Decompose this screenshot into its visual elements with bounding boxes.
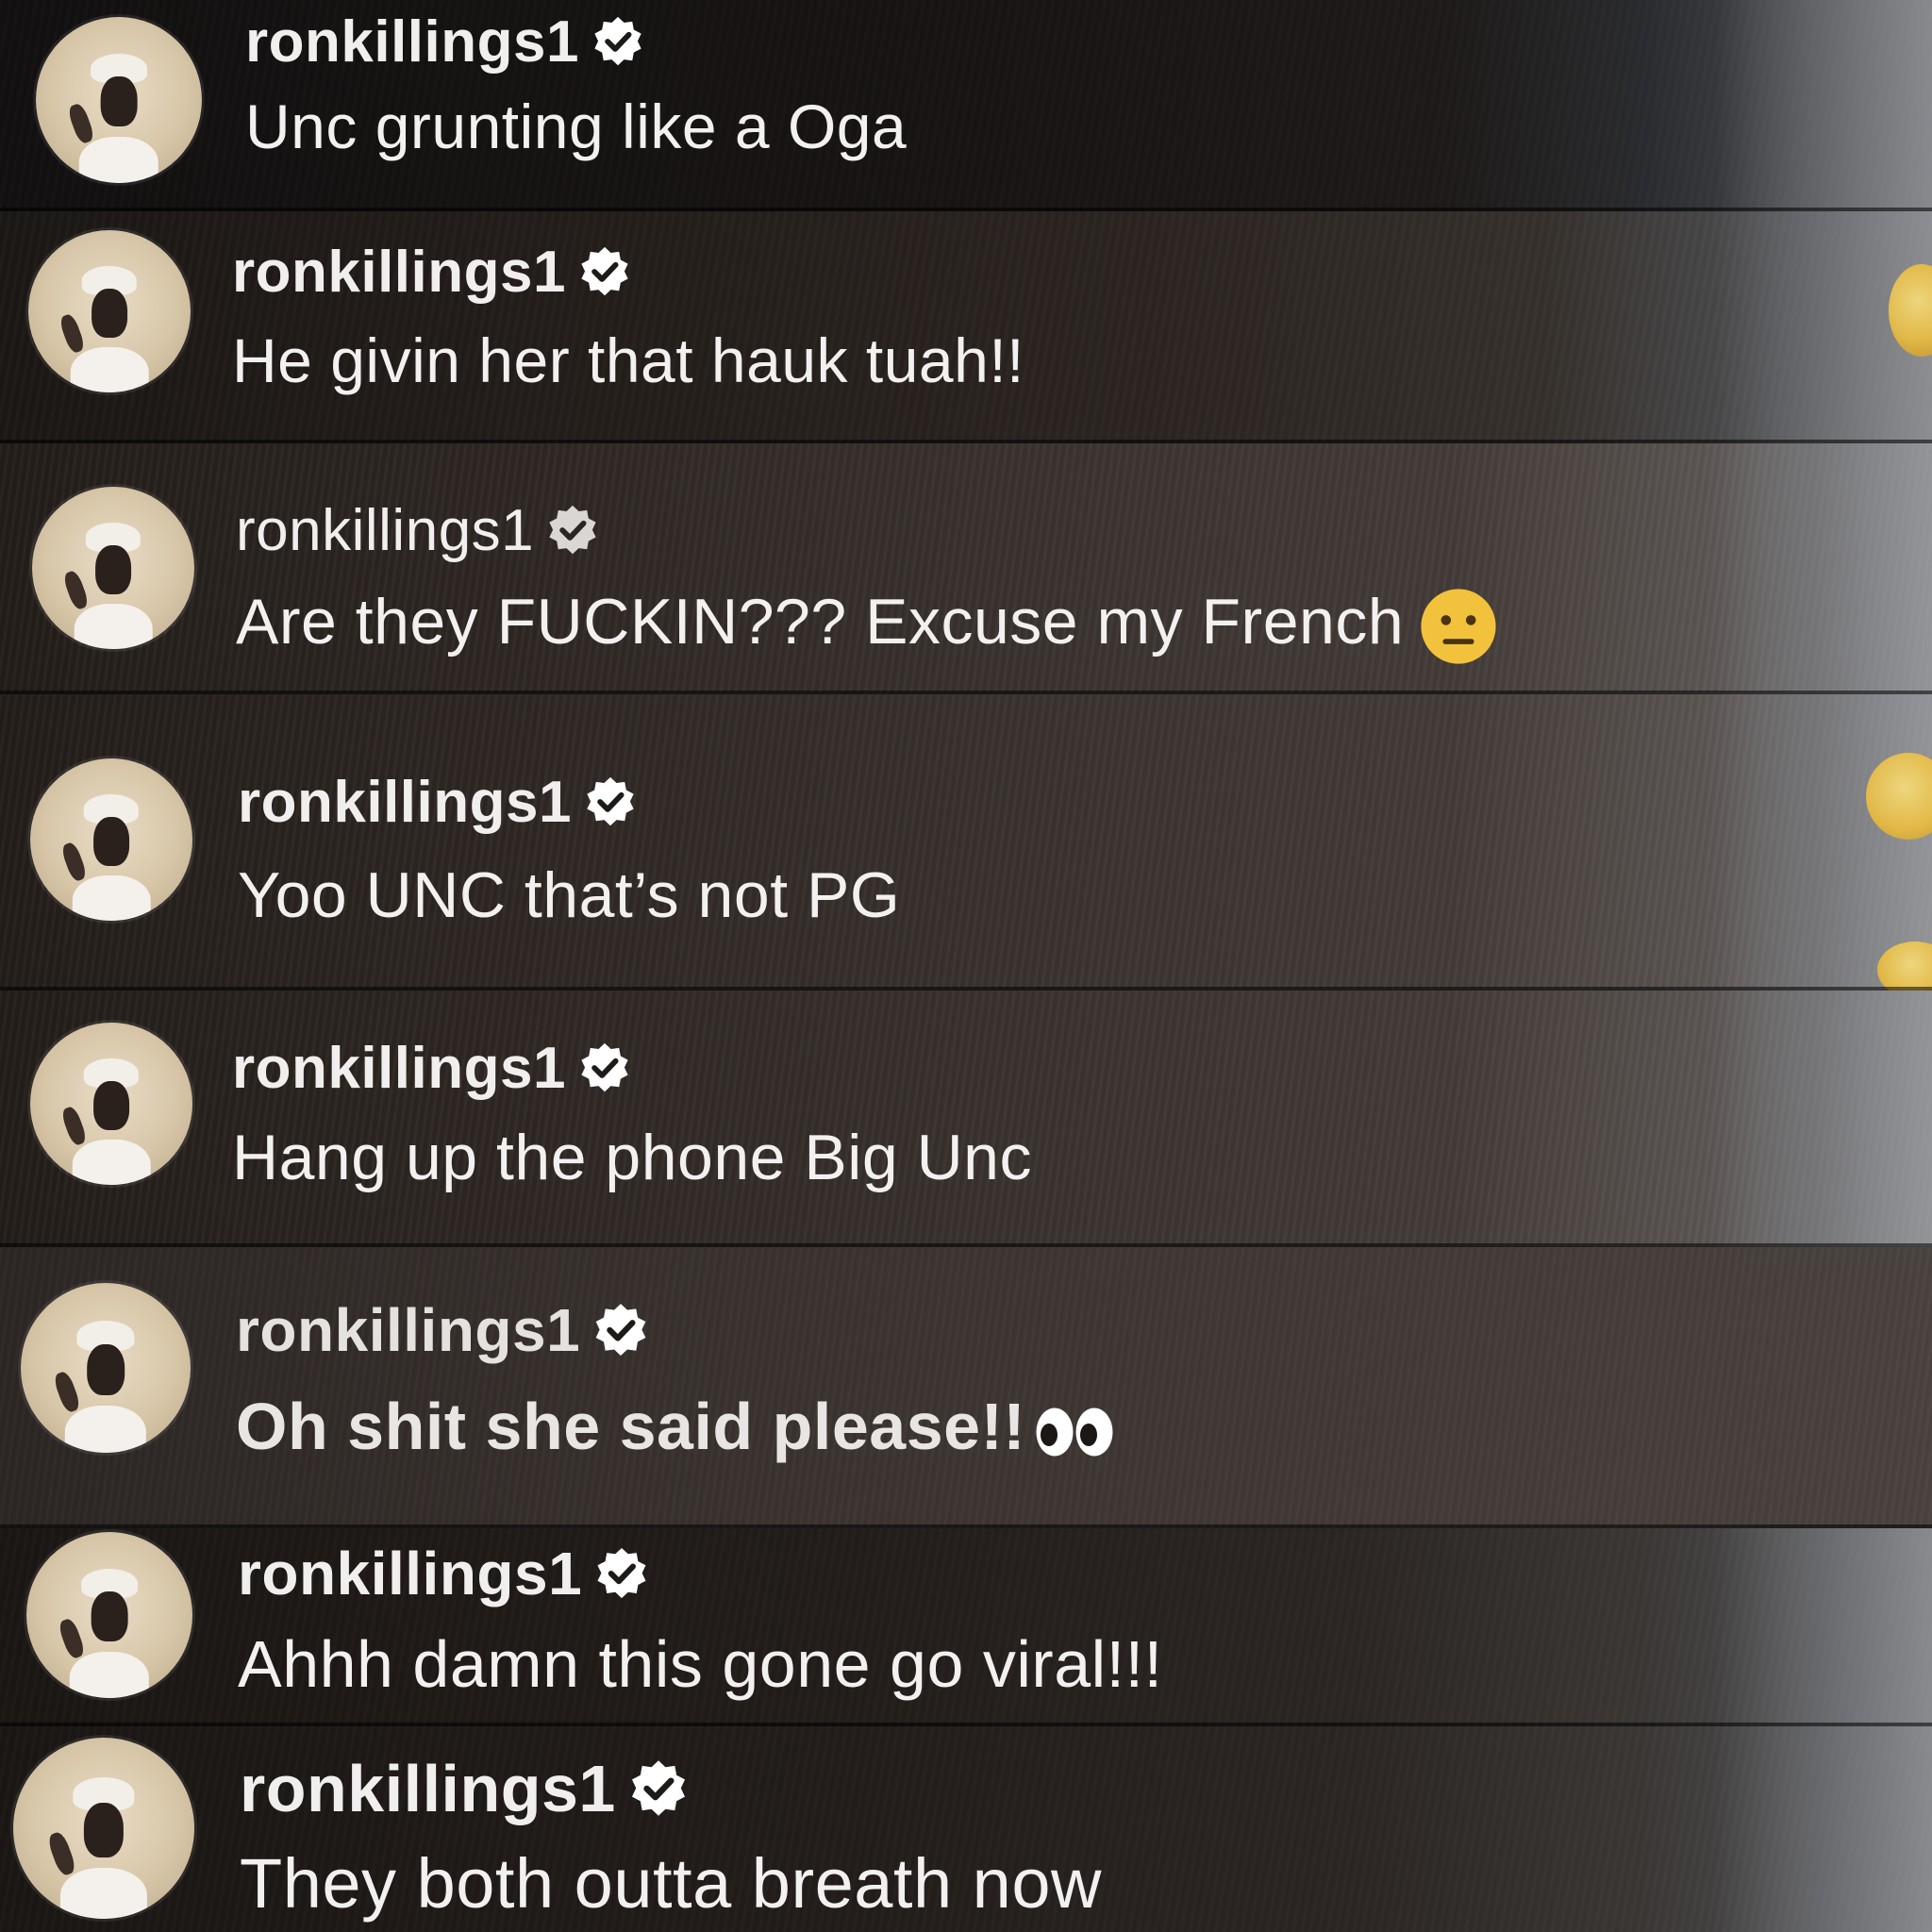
username[interactable]: ronkillings1 — [236, 497, 534, 564]
comment-strip: ronkillings1 Unc grunting like a Oga — [0, 0, 1932, 211]
username[interactable]: ronkillings1 — [236, 1295, 580, 1365]
comment-item[interactable]: ronkillings1 Are they FUCKIN??? Excuse m… — [0, 443, 1932, 694]
comment-text-body: Oh shit she said please!! — [236, 1390, 1026, 1463]
verified-badge-icon — [631, 1760, 685, 1816]
username[interactable]: ronkillings1 — [245, 8, 579, 75]
avatar[interactable] — [36, 17, 202, 183]
verified-badge-icon — [549, 505, 596, 555]
username-row: ronkillings1 — [240, 1751, 690, 1826]
username[interactable]: ronkillings1 — [238, 769, 572, 836]
comment-strip: ronkillings1 Oh shit she said please!! — [0, 1247, 1932, 1528]
username-row: ronkillings1 — [236, 1294, 650, 1366]
avatar[interactable] — [32, 487, 194, 649]
comment-text: Unc grunting like a Oga — [245, 92, 908, 161]
comment-strip: ronkillings1 Are they FUCKIN??? Excuse m… — [0, 443, 1932, 694]
comment-strip: ronkillings1 He givin her that hauk tuah… — [0, 211, 1932, 443]
eyes-emoji — [1036, 1407, 1113, 1457]
username[interactable]: ronkillings1 — [232, 1035, 566, 1102]
username-row: ronkillings1 — [245, 8, 645, 75]
comment-text: Yoo UNC that’s not PG — [238, 859, 901, 931]
username[interactable]: ronkillings1 — [232, 239, 566, 306]
comment-strip: ronkillings1 They both outta breath now — [0, 1726, 1932, 1932]
verified-badge-icon — [595, 1304, 646, 1356]
comment-item[interactable]: ronkillings1 Ahhh damn this gone go vira… — [0, 1528, 1932, 1726]
comment-screenshot-collage: ronkillings1 Unc grunting like a Oga ron… — [0, 0, 1932, 1932]
username-row: ronkillings1 — [232, 238, 632, 306]
avatar[interactable] — [28, 230, 191, 392]
comment-text: He givin her that hauk tuah!! — [232, 325, 1025, 395]
comment-item[interactable]: ronkillings1 Oh shit she said please!! — [0, 1247, 1932, 1528]
verified-badge-icon — [581, 1042, 628, 1092]
comment-text-body: Are they FUCKIN??? Excuse my French — [236, 586, 1405, 658]
neutral-face-emoji — [1421, 589, 1496, 664]
username[interactable]: ronkillings1 — [238, 1539, 582, 1608]
comment-text: Oh shit she said please!! — [236, 1389, 1120, 1464]
avatar[interactable] — [13, 1738, 194, 1919]
comment-text: Ahhh damn this gone go viral!!! — [238, 1627, 1163, 1701]
comment-item[interactable]: ronkillings1 Hang up the phone Big Unc — [0, 991, 1932, 1247]
username-row: ronkillings1 — [232, 1034, 632, 1102]
verified-badge-icon — [594, 16, 641, 66]
comment-item[interactable]: ronkillings1 Unc grunting like a Oga — [0, 0, 1932, 211]
username-row: ronkillings1 — [238, 1540, 650, 1607]
comment-text: Are they FUCKIN??? Excuse my French — [236, 585, 1500, 668]
comment-text: Hang up the phone Big Unc — [232, 1122, 1032, 1193]
comment-item[interactable]: ronkillings1 Yoo UNC that’s not PG — [0, 694, 1932, 991]
avatar[interactable] — [21, 1283, 191, 1453]
comment-strip: ronkillings1 Hang up the phone Big Unc — [0, 991, 1932, 1247]
username[interactable]: ronkillings1 — [240, 1751, 616, 1826]
comment-item[interactable]: ronkillings1 He givin her that hauk tuah… — [0, 211, 1932, 443]
avatar[interactable] — [30, 1023, 192, 1185]
comment-strip: ronkillings1 Yoo UNC that’s not PG — [0, 694, 1932, 991]
comment-strip: ronkillings1 Ahhh damn this gone go vira… — [0, 1528, 1932, 1726]
comment-item[interactable]: ronkillings1 They both outta breath now — [0, 1726, 1932, 1932]
avatar[interactable] — [30, 758, 192, 921]
verified-badge-icon — [587, 776, 634, 826]
comment-text: They both outta breath now — [240, 1844, 1102, 1923]
verified-badge-icon — [597, 1548, 646, 1599]
verified-badge-icon — [581, 246, 628, 296]
avatar[interactable] — [26, 1532, 192, 1698]
username-row: ronkillings1 — [236, 496, 600, 564]
username-row: ronkillings1 — [238, 768, 638, 836]
